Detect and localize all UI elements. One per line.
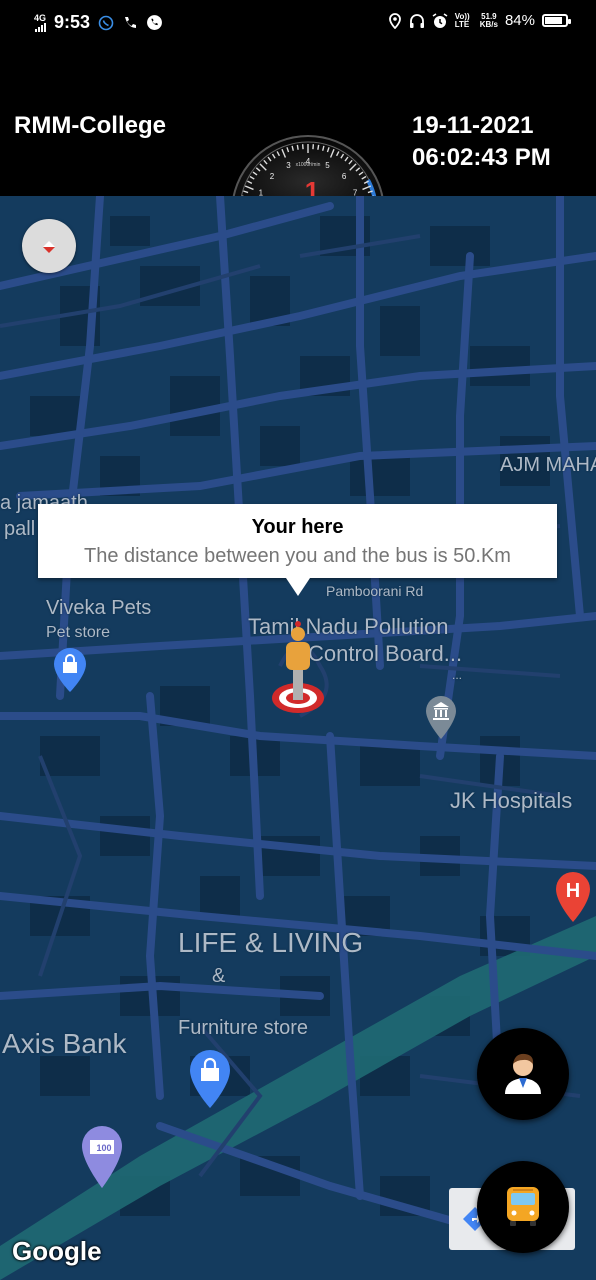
place-label-pollution-board-line2: Control Board... [308, 641, 463, 666]
place-label-ellipsis: ... [452, 668, 463, 682]
map-roads [0, 196, 596, 1280]
gauge-tick-label: 3 [286, 161, 291, 170]
gauge-tick-label: 6 [342, 172, 347, 181]
person-icon [505, 1053, 541, 1094]
gauge-tick [317, 144, 320, 150]
network-speed: 51.9 KB/s [479, 11, 498, 29]
google-attribution: Google [12, 1236, 102, 1266]
headphones-icon [409, 13, 424, 28]
page-title: RMM-College [14, 112, 166, 139]
bus-icon [507, 1187, 539, 1226]
place-label-life-living: LIFE & LIVING [178, 927, 364, 958]
status-time: 9:53 [54, 12, 91, 32]
signal-icon: 4G [34, 12, 47, 32]
museum-pin-icon[interactable] [424, 694, 458, 742]
shopping-pin-icon[interactable] [188, 1048, 232, 1110]
info-window[interactable]: Your here The distance between you and t… [38, 504, 557, 596]
gauge-tick-label: 5 [325, 161, 330, 170]
app-header: RMM-College 19-11-2021 06:02:43 PM 01234… [0, 46, 596, 217]
place-label-ajm: AJM MAHA [500, 454, 596, 476]
place-label-pall: pall [4, 518, 36, 540]
gauge-unit: x1000r/min [296, 162, 321, 168]
whatsapp-icon [98, 15, 114, 30]
status-bar: 4G 9:53 Vo)) LTE 51.9 KB/s 84% [0, 0, 596, 46]
location-icon [388, 12, 401, 29]
place-label-furniture-store: Furniture store [178, 1017, 309, 1039]
header-time: 06:02:43 PM [412, 144, 551, 171]
volte-indicator: Vo)) LTE [454, 11, 470, 29]
place-label-axis-bank: Axis Bank [2, 1028, 127, 1059]
network-type: 4G [34, 12, 47, 23]
svg-text:H: H [566, 880, 580, 902]
atm-pin-label: 100 [96, 1143, 111, 1153]
whatsapp-call-icon [147, 15, 162, 30]
phone-icon [125, 16, 137, 28]
battery-icon [542, 14, 571, 27]
compass-button[interactable] [22, 219, 76, 273]
street-label-pamboorani: Pamboorani Rd [326, 583, 424, 599]
compass-icon [43, 241, 55, 253]
battery-percent: 84% [504, 12, 535, 29]
hospital-pin-icon[interactable]: H [554, 870, 592, 926]
place-label-ampersand: & [212, 965, 226, 987]
gauge-tick [296, 144, 299, 150]
user-location-marker[interactable] [268, 616, 328, 716]
alarm-icon [432, 12, 448, 28]
info-window-title: Your here [251, 516, 344, 538]
atm-pin-icon[interactable]: 100 [80, 1124, 124, 1190]
place-label-jk-hospitals: JK Hospitals [450, 788, 573, 813]
map-view[interactable]: a jamaath pall AJM MAHA Viveka Pets Pet … [0, 196, 596, 1280]
bus-location-button[interactable] [477, 1161, 569, 1253]
header-date: 19-11-2021 [412, 112, 534, 139]
driver-profile-button[interactable] [477, 1028, 569, 1120]
gauge-tick-label: 2 [270, 172, 275, 181]
info-window-distance: The distance between you and the bus is … [84, 545, 511, 567]
place-category-pet-store: Pet store [46, 624, 111, 641]
place-label-viveka-pets: Viveka Pets [46, 597, 152, 619]
pet-store-pin-icon[interactable] [52, 646, 88, 694]
